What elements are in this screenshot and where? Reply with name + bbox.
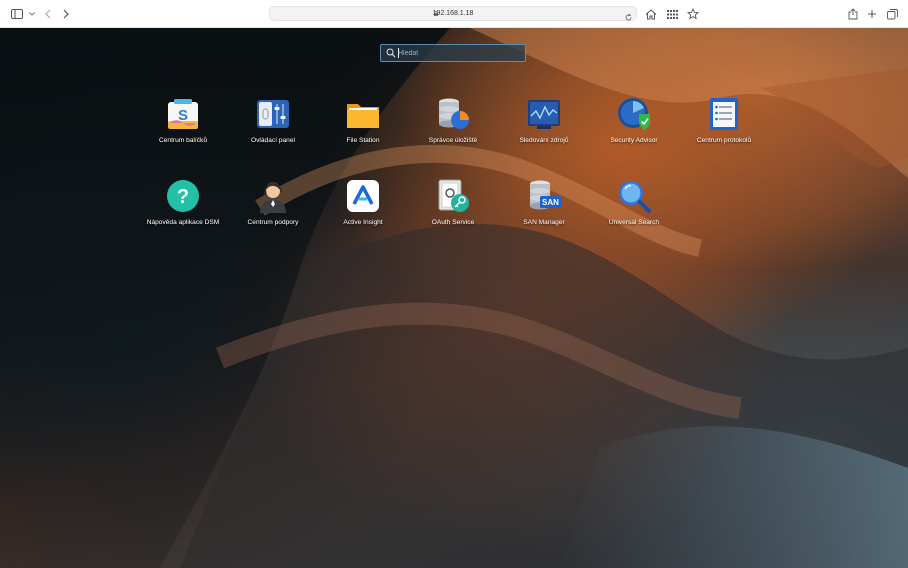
app-universal-search[interactable]: Universal Search [597, 179, 671, 228]
support-agent-icon [260, 182, 286, 213]
search-box[interactable] [380, 44, 526, 62]
security-advisor-icon [618, 98, 650, 130]
app-label: Nápověda aplikace DSM [146, 219, 220, 226]
app-label: OAuth Service [431, 219, 475, 226]
app-active-insight[interactable]: Active Insight [326, 179, 400, 228]
browser-toolbar: 192.168.1.18 [0, 0, 908, 28]
address-bar[interactable]: 192.168.1.18 [269, 6, 637, 21]
app-file-station[interactable]: File Station [326, 97, 400, 146]
app-label: Správce úložiště [428, 137, 478, 144]
apps-grid-icon[interactable] [664, 6, 680, 22]
app-label: SAN Manager [523, 219, 565, 226]
control-panel-icon [257, 100, 289, 128]
svg-text:SAN: SAN [542, 198, 559, 207]
address-url: 192.168.1.18 [432, 10, 474, 17]
app-label: Centrum protokolů [696, 137, 752, 144]
storage-manager-icon [439, 98, 469, 129]
app-control-panel[interactable]: Ovládací panel [236, 97, 310, 146]
reload-icon[interactable] [624, 9, 633, 21]
oauth-service-icon [438, 179, 469, 212]
app-oauth-service[interactable]: OAuth Service [416, 179, 490, 228]
app-log-center[interactable]: Centrum protokolů [687, 97, 761, 146]
folder-icon [347, 104, 379, 128]
forward-button[interactable] [58, 6, 74, 22]
app-resource-monitor[interactable]: Sledování zdrojů [507, 97, 581, 146]
new-tab-icon[interactable] [864, 6, 880, 22]
resource-monitor-icon [528, 100, 560, 129]
app-label: Universal Search [608, 219, 660, 226]
app-label: Sledování zdrojů [519, 137, 569, 144]
app-dsm-help[interactable]: ? Nápověda aplikace DSM [146, 179, 220, 228]
app-label: Active Insight [343, 219, 383, 226]
back-button[interactable] [40, 6, 56, 22]
app-support-center[interactable]: Centrum podpory [236, 179, 310, 228]
app-package-center[interactable]: S Centrum balíčků [146, 97, 220, 146]
active-insight-icon [347, 180, 379, 212]
log-center-icon [710, 98, 738, 130]
text-caret [398, 48, 399, 58]
share-icon[interactable] [845, 6, 861, 22]
app-label: Centrum balíčků [158, 137, 207, 144]
app-san-manager[interactable]: SAN SAN Manager [507, 179, 581, 228]
sidebar-toggle-icon[interactable] [9, 6, 25, 22]
help-icon: ? [167, 180, 199, 212]
chevron-down-icon[interactable] [24, 6, 40, 22]
package-center-icon: S [168, 99, 198, 129]
svg-text:S: S [178, 107, 188, 124]
star-icon[interactable] [685, 6, 701, 22]
search-icon [386, 48, 396, 58]
home-icon[interactable] [643, 6, 659, 22]
app-label: File Station [346, 137, 380, 144]
dsm-desktop: S Centrum balíčků Ovládací panel File St… [0, 28, 908, 568]
svg-text:?: ? [177, 186, 189, 208]
universal-search-icon [619, 181, 651, 213]
san-manager-icon: SAN [530, 180, 561, 210]
search-input[interactable] [398, 46, 518, 60]
tab-overview-icon[interactable] [884, 6, 900, 22]
app-security-advisor[interactable]: Security Advisor [597, 97, 671, 146]
app-label: Security Advisor [610, 137, 658, 144]
app-label: Ovládací panel [251, 137, 295, 144]
app-label: Centrum podpory [247, 219, 299, 226]
app-storage-manager[interactable]: Správce úložiště [416, 97, 490, 146]
